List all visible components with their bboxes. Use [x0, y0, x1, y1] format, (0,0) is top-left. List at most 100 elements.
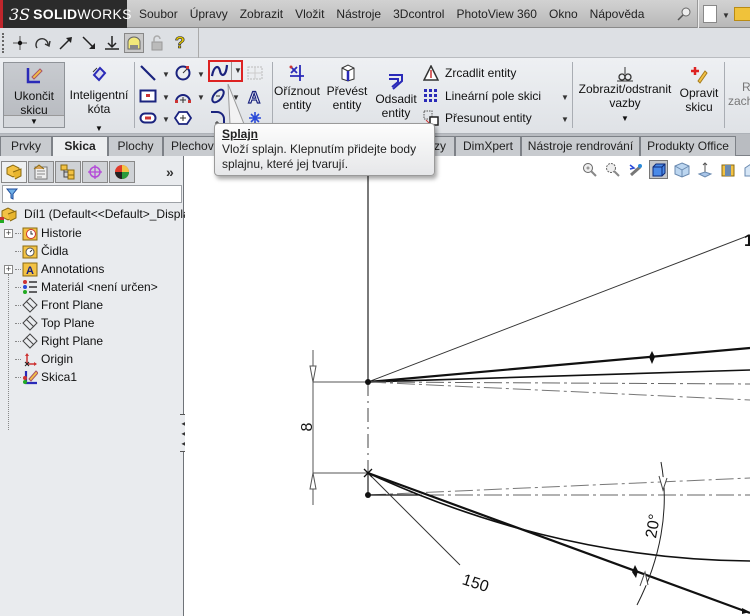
sketch-line[interactable]: [367, 471, 750, 615]
linear-pattern-button[interactable]: Lineární pole skici: [423, 86, 541, 106]
expand-icon[interactable]: +: [4, 228, 13, 238]
mirror-entities-button[interactable]: Zrcadlit entity: [423, 63, 516, 83]
menu-3dcontrol[interactable]: 3Dcontrol: [387, 7, 450, 21]
tab-dimxpert[interactable]: DimXpert: [455, 136, 521, 156]
chevron-down-icon[interactable]: ▼: [621, 114, 629, 123]
propertymanager-tab[interactable]: [28, 161, 54, 183]
menu-vlozit[interactable]: Vložit: [289, 7, 330, 21]
feature-tree-filter[interactable]: [2, 185, 182, 203]
tab-plochy[interactable]: Plochy: [108, 136, 163, 156]
exit-sketch-button[interactable]: Ukončit skicu ▼: [3, 62, 65, 128]
open-folder-icon[interactable]: [734, 7, 750, 21]
displaymanager-tab[interactable]: [109, 161, 135, 183]
slot-icon[interactable]: [139, 109, 157, 127]
tab-prvky[interactable]: Prvky: [0, 136, 52, 156]
menu-okno[interactable]: Okno: [543, 7, 584, 21]
chevron-down-icon[interactable]: ▼: [234, 66, 242, 75]
tree-item-annotations[interactable]: + A Annotations: [4, 260, 104, 278]
chevron-down-icon[interactable]: ▼: [197, 70, 205, 79]
dimension-8[interactable]: 8: [299, 422, 316, 431]
trim-entities-button[interactable]: Oříznout entity: [274, 64, 320, 112]
menu-photoview[interactable]: PhotoView 360: [450, 7, 543, 21]
menu-nastroje[interactable]: Nástroje: [330, 7, 387, 21]
menu-zobrazit[interactable]: Zobrazit: [234, 7, 289, 21]
tree-item-cidla[interactable]: Čidla: [4, 242, 68, 260]
chevron-down-icon[interactable]: ▼: [561, 115, 569, 124]
line-icon[interactable]: [139, 64, 157, 82]
pin-icon[interactable]: [677, 7, 691, 21]
dimension-150[interactable]: 150: [460, 572, 491, 596]
dimension-arrow: [658, 475, 668, 492]
configurationmanager-tab[interactable]: [55, 161, 81, 183]
featuremanager-tab[interactable]: [1, 161, 27, 183]
graphics-area[interactable]: 8 1 150 20°: [185, 156, 750, 616]
tab-nastroje-rendrovani[interactable]: Nástroje rendrování: [521, 136, 640, 156]
zoom-to-area-icon[interactable]: [603, 160, 622, 179]
menu-upravy[interactable]: Úpravy: [184, 7, 234, 21]
tree-item-skica1[interactable]: Skica1: [4, 368, 77, 386]
arrow-down-right-icon[interactable]: [79, 33, 99, 53]
tree-item-label: Front Plane: [41, 298, 104, 312]
circle-icon[interactable]: [174, 64, 192, 82]
text-icon[interactable]: A: [246, 87, 264, 105]
help-icon[interactable]: ?: [170, 33, 190, 53]
sketch-point[interactable]: [365, 379, 371, 385]
spline-button[interactable]: ▼: [208, 60, 243, 82]
previous-view-icon[interactable]: [626, 160, 645, 179]
display-style-icon[interactable]: [695, 160, 714, 179]
tree-item-front-plane[interactable]: Front Plane: [4, 296, 103, 314]
tab-skica[interactable]: Skica: [52, 136, 108, 157]
tab-produkty-office[interactable]: Produkty Office: [640, 136, 736, 156]
sketch-canvas[interactable]: 8 1 150 20°: [185, 156, 750, 616]
chevron-down-icon[interactable]: ▼: [162, 115, 170, 124]
chevron-down-icon[interactable]: ▼: [4, 115, 64, 127]
tooltip-line-1: Vloží splajn. Klepnutím přidejte body: [222, 142, 417, 156]
sketch-line[interactable]: [367, 346, 750, 384]
expand-icon[interactable]: +: [4, 264, 13, 274]
display-delete-relations-button[interactable]: Zobrazit/odstranit vazby ▼: [576, 66, 674, 126]
toolbar-grip[interactable]: [2, 33, 4, 53]
menu-napoveda[interactable]: Nápověda: [584, 7, 651, 21]
offset-entities-button[interactable]: Odsadit entity: [373, 72, 419, 120]
sketch-picture-icon[interactable]: [246, 64, 264, 82]
chevron-down-icon[interactable]: ▼: [197, 93, 205, 102]
fit-icon[interactable]: [124, 33, 144, 53]
ellipse-icon[interactable]: [209, 87, 227, 105]
chevron-down-icon[interactable]: ▼: [162, 70, 170, 79]
arc-icon[interactable]: [174, 87, 192, 105]
polygon-icon[interactable]: [174, 109, 192, 127]
edit-appearance-icon[interactable]: [741, 160, 750, 179]
chevron-down-icon[interactable]: ▼: [162, 93, 170, 102]
move-entities-button[interactable]: Přesunout entity: [423, 108, 532, 128]
quick-snaps-button[interactable]: R zach: [728, 80, 750, 108]
sketch-point[interactable]: [365, 492, 371, 498]
tree-item-material[interactable]: Materiál <není určen>: [4, 278, 158, 296]
tree-item-origin[interactable]: Origin: [4, 350, 73, 368]
tree-item-right-plane[interactable]: Right Plane: [4, 332, 103, 350]
tree-item-top-plane[interactable]: Top Plane: [4, 314, 94, 332]
zoom-to-fit-icon[interactable]: [580, 160, 599, 179]
view-orientation-icon[interactable]: [672, 160, 691, 179]
menu-soubor[interactable]: Soubor: [133, 7, 184, 21]
dimxpertmanager-tab[interactable]: [82, 161, 108, 183]
point-icon[interactable]: [10, 33, 30, 53]
chevron-down-icon[interactable]: ▼: [722, 11, 730, 20]
solidworks-logo[interactable]: 3S SOLIDWORKS: [0, 0, 132, 28]
ground-icon[interactable]: [102, 33, 122, 53]
section-view-icon[interactable]: [649, 160, 668, 179]
convert-entities-button[interactable]: Převést entity: [324, 64, 370, 112]
chevron-down-icon[interactable]: ▼: [561, 93, 569, 102]
rotate-icon[interactable]: [33, 33, 53, 53]
dimension-cut[interactable]: 1: [744, 231, 750, 250]
hide-show-items-icon[interactable]: [718, 160, 737, 179]
lock-icon[interactable]: [147, 33, 167, 53]
arrow-up-right-icon[interactable]: [56, 33, 76, 53]
tree-item-historie[interactable]: + Historie: [4, 224, 82, 242]
tree-root-part[interactable]: Díl1 (Default<<Default>_Displa: [0, 205, 190, 223]
smart-dimension-button[interactable]: Inteligentní kóta ▼: [66, 62, 132, 136]
repair-sketch-button[interactable]: Opravit skicu: [676, 66, 722, 114]
centerline: [367, 381, 750, 401]
new-document-icon[interactable]: [703, 5, 717, 23]
more-tabs-button[interactable]: »: [166, 164, 174, 180]
rectangle-icon[interactable]: [139, 87, 157, 105]
